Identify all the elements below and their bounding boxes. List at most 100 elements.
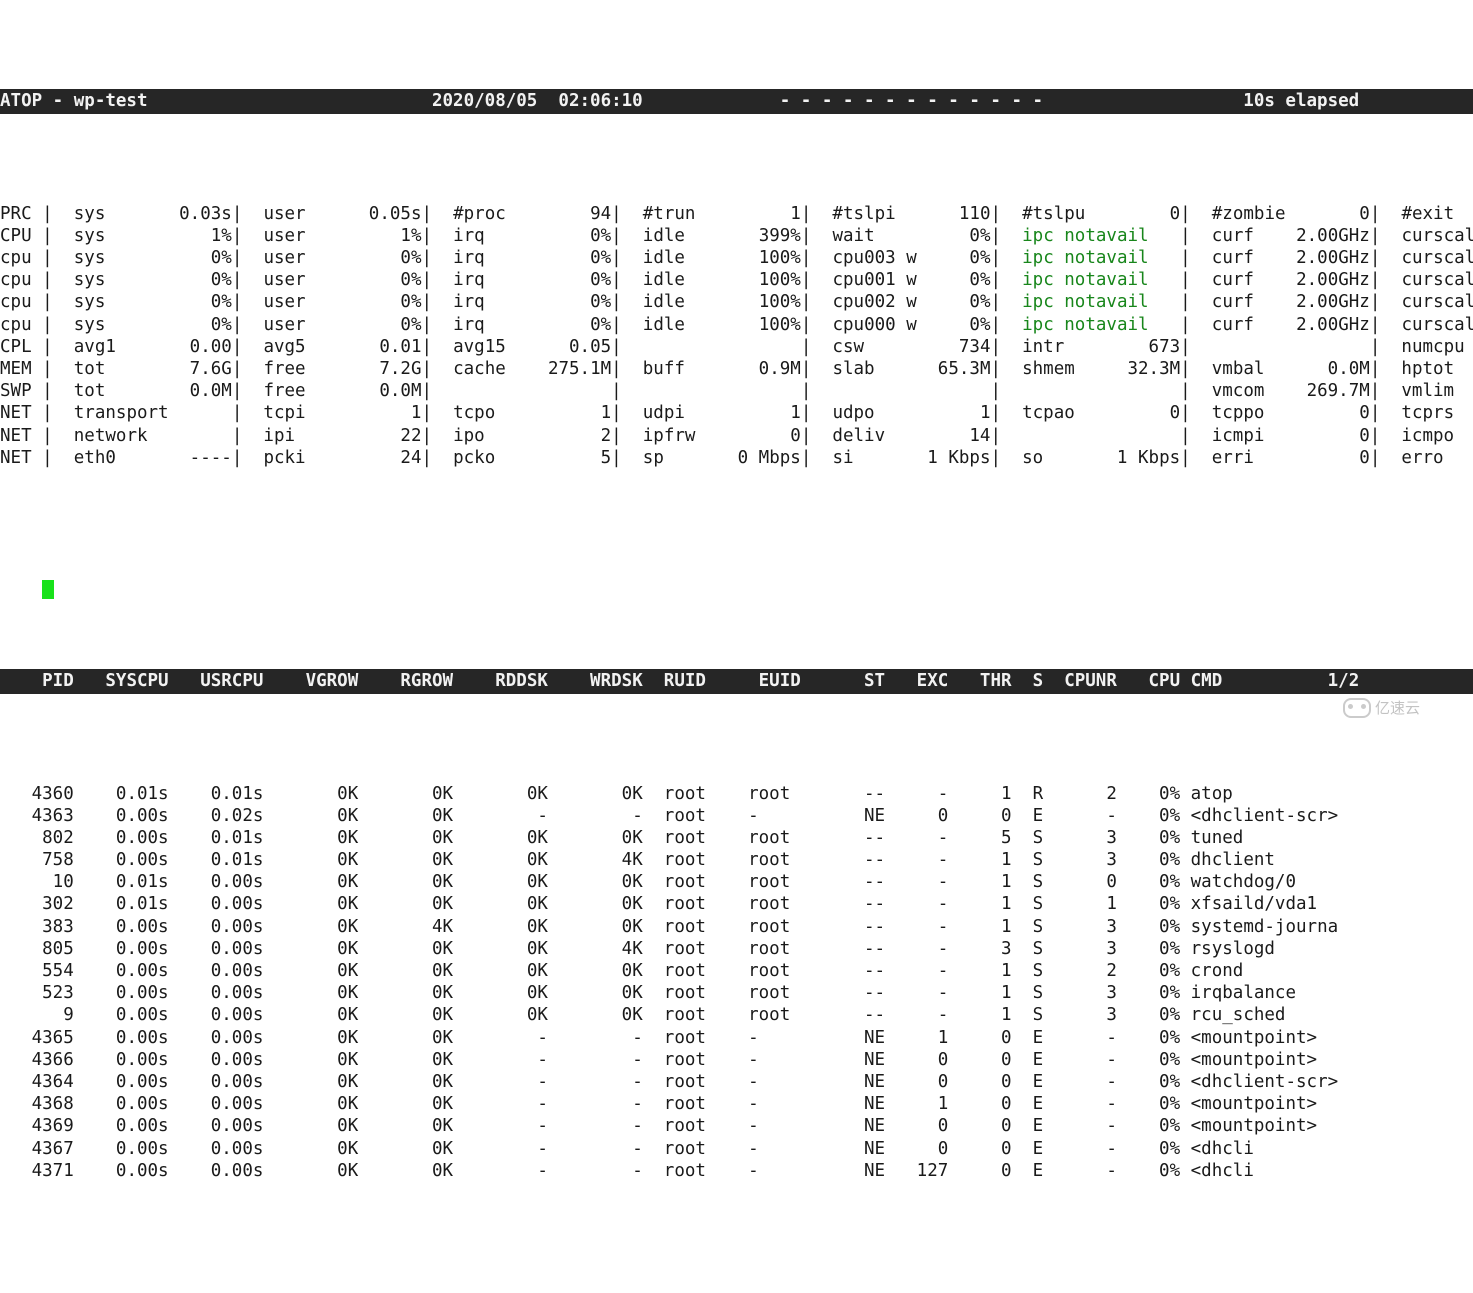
process-table-header[interactable]: PID SYSCPU USRCPU VGROW RGROW RDDSK WRDS… [0,668,1473,694]
cell-cmd: <mountpoint> [1180,1027,1318,1048]
sys-cell-key-avg5: avg5 [252,336,306,357]
cell-cpu: 0% [1116,805,1181,826]
table-row[interactable]: 383 0.00s 0.00s 0K 4K 0K 0K root root --… [0,916,1473,938]
cell-thr: 3 [948,938,1012,959]
table-row[interactable]: 4366 0.00s 0.00s 0K 0K - - root - NE 0 0… [0,1049,1473,1071]
sys-cell-divider: | [990,381,1012,402]
sys-cell-key-idle: idle [632,248,685,268]
sys-cell-divider: | [1369,314,1391,335]
cell-vgrow: 0K [263,1049,359,1070]
cell-euid: root [727,783,822,804]
cell-euid: - [727,1094,822,1115]
table-row[interactable]: 4364 0.00s 0.00s 0K 0K - - root - NE 0 0… [0,1071,1473,1093]
sys-cell-divider: | [42,292,64,313]
cell-s: S [1011,894,1044,915]
text-cursor [42,579,54,599]
table-row[interactable]: 302 0.01s 0.00s 0K 0K 0K 0K root root --… [0,893,1473,915]
sys-cell-divider: | [611,225,633,246]
sys-row-swp-8: SWP | tot 0.0M| free 0.0M| | | | | vmcom… [0,380,1473,402]
sys-cell-key-icmpi: icmpi [1201,425,1265,446]
cell-wrdsk: 0K [547,916,643,937]
cell-wrdsk: 0K [547,783,643,804]
cell-cpu: 0% [1116,1049,1181,1070]
table-row[interactable]: 4365 0.00s 0.00s 0K 0K - - root - NE 1 0… [0,1027,1473,1049]
col-header-s: S [1011,670,1044,691]
cell-cmd: <mountpoint> [1180,1049,1318,1070]
cell-exc: 1 [885,1027,949,1048]
cell-rddsk: 0K [453,916,548,937]
cell-usrcpu: 0.00s [168,1049,264,1070]
cell-thr: 1 [948,1005,1012,1026]
cell-vgrow: 0K [263,961,359,981]
sys-cell-key-idle: idle [632,225,685,246]
cell-ruid: root [642,850,728,871]
sys-cell-divider: | [800,270,822,291]
cell-exc: 127 [885,1160,949,1181]
sys-cell-key-cpu003 w: cpu003 w [821,248,917,268]
table-row[interactable]: 523 0.00s 0.00s 0K 0K 0K 0K root root --… [0,982,1473,1004]
cell-usrcpu: 0.00s [168,916,264,937]
table-row[interactable]: 758 0.00s 0.01s 0K 0K 0K 4K root root --… [0,849,1473,871]
cell-cpunr: 2 [1043,783,1117,804]
cell-st: NE [821,1160,886,1181]
sys-cell-divider: | [1369,248,1391,268]
cell-cmd: <mountpoint> [1180,1116,1318,1137]
cell-vgrow: 0K [263,916,359,937]
cell-syscpu: 0.00s [73,850,169,871]
sys-cell-val-tot: 7.6G [105,358,232,379]
cell-vgrow: 0K [263,1071,359,1092]
sys-cell-key-so: so [1011,447,1044,468]
sys-cell-divider: | [990,403,1012,424]
sys-cell-key-free: free [252,381,306,402]
table-row[interactable]: 4363 0.00s 0.02s 0K 0K - - root - NE 0 0… [0,805,1473,827]
cell-syscpu: 0.00s [73,805,169,826]
sys-cell-val-ipo: 2 [484,425,612,446]
sys-cell-divider: | [990,248,1012,268]
cell-cpu: 0% [1116,1160,1181,1181]
sys-cell-key-curscal: curscal [1390,292,1473,313]
cell-rgrow: 0K [358,1005,454,1026]
sys-cell-key-sys: sys [63,314,106,335]
cell-vgrow: 0K [263,1116,359,1137]
sys-cell-divider: | [990,225,1012,246]
cell-ruid: root [642,872,728,893]
sys-cell-divider: | [990,314,1012,335]
cell-s: E [1011,1094,1044,1115]
cell-rddsk: - [453,1160,548,1181]
sys-cell-divider: | [42,270,64,291]
cell-pid: 9 [0,1005,74,1026]
sys-cell-key-irq: irq [442,292,485,313]
sys-cell-val-cpu001 w: 0% [916,270,991,291]
sys-cell-key-wait: wait [821,225,875,246]
table-row[interactable]: 4360 0.01s 0.01s 0K 0K 0K 0K root root -… [0,783,1473,805]
cell-rgrow: 0K [358,783,454,804]
table-row[interactable]: 802 0.00s 0.01s 0K 0K 0K 0K root root --… [0,827,1473,849]
sys-cell-key-tot: tot [63,381,106,402]
table-row[interactable]: 10 0.01s 0.00s 0K 0K 0K 0K root root -- … [0,871,1473,893]
table-row[interactable]: 4371 0.00s 0.00s 0K 0K - - root - NE 127… [0,1160,1473,1182]
cell-exc: - [885,783,949,804]
sys-cell-val-sp: 0 Mbps [663,447,801,468]
table-row[interactable]: 4369 0.00s 0.00s 0K 0K - - root - NE 0 0… [0,1115,1473,1137]
table-row[interactable]: 9 0.00s 0.00s 0K 0K 0K 0K root root -- -… [0,1004,1473,1026]
table-row[interactable]: 4367 0.00s 0.00s 0K 0K - - root - NE 0 0… [0,1138,1473,1160]
sys-cell-val-ipi: 22 [295,425,422,446]
col-header-ruid: RUID [642,670,728,691]
sys-cell-divider: | [42,314,64,335]
sys-cell-divider: | [421,270,443,291]
table-row[interactable]: 554 0.00s 0.00s 0K 0K 0K 0K root root --… [0,960,1473,982]
col-header-cpu: CPU [1116,670,1181,691]
sys-cell-key-udpi: udpi [632,403,685,424]
sys-cell-key-user: user [252,248,306,268]
table-row[interactable]: 4368 0.00s 0.00s 0K 0K - - root - NE 1 0… [0,1093,1473,1115]
cell-euid: root [727,850,822,871]
sys-cell-val-udpi: 1 [684,403,801,424]
table-row[interactable]: 805 0.00s 0.00s 0K 0K 0K 4K root root --… [0,938,1473,960]
sys-cell-divider: | [800,203,822,224]
sys-cell-key-idle: idle [632,270,685,291]
cell-syscpu: 0.01s [73,894,169,915]
sys-row-label: NET [0,447,43,468]
sys-cell-ipc: ipc notavail [1011,225,1181,246]
sys-cell-val-sys: 0% [105,292,232,313]
cell-exc: 0 [885,1049,949,1070]
